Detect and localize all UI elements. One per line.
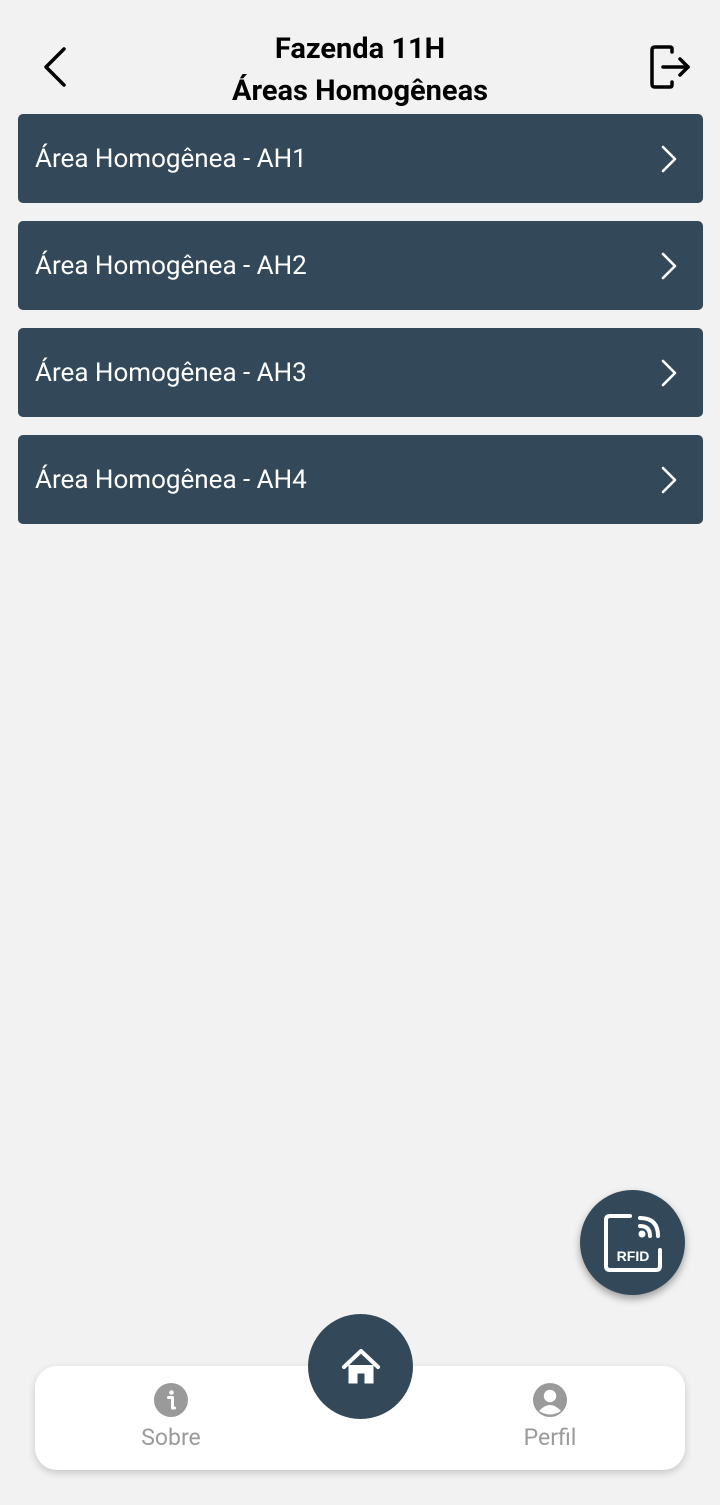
- back-button[interactable]: [30, 40, 80, 94]
- list-item-label: Área Homogênea - AH2: [35, 250, 307, 281]
- chevron-right-icon: [661, 145, 677, 173]
- logout-icon: [650, 45, 690, 89]
- home-button[interactable]: [308, 1314, 413, 1419]
- list-item-ah1[interactable]: Área Homogênea - AH1: [18, 114, 703, 203]
- app-header: Fazenda 11H Áreas Homogêneas: [0, 0, 720, 112]
- list-item-ah3[interactable]: Área Homogênea - AH3: [18, 328, 703, 417]
- list-item-ah2[interactable]: Área Homogênea - AH2: [18, 221, 703, 310]
- nav-perfil[interactable]: Perfil: [490, 1382, 610, 1462]
- chevron-right-icon: [661, 359, 677, 387]
- list-item-label: Área Homogênea - AH1: [35, 143, 307, 174]
- rfid-label: RFID: [616, 1248, 649, 1264]
- chevron-left-icon: [44, 47, 66, 87]
- user-icon: [533, 1383, 567, 1417]
- list-item-ah4[interactable]: Área Homogênea - AH4: [18, 435, 703, 524]
- nav-sobre-label: Sobre: [141, 1424, 201, 1451]
- list-item-label: Área Homogênea - AH4: [35, 464, 307, 495]
- page-subtitle: Áreas Homogêneas: [231, 74, 488, 108]
- page-title: Fazenda 11H: [274, 32, 446, 66]
- page-title-block: Fazenda 11H Áreas Homogêneas: [120, 28, 600, 112]
- logout-button[interactable]: [642, 40, 698, 94]
- list-item-label: Área Homogênea - AH3: [35, 357, 307, 388]
- rfid-button[interactable]: RFID: [580, 1190, 685, 1295]
- area-list: Área Homogênea - AH1 Área Homogênea - AH…: [18, 114, 703, 542]
- nav-sobre[interactable]: Sobre: [111, 1382, 231, 1462]
- nav-perfil-label: Perfil: [523, 1424, 577, 1451]
- home-icon: [341, 1348, 380, 1383]
- chevron-right-icon: [661, 252, 677, 280]
- chevron-right-icon: [661, 466, 677, 494]
- rfid-icon: RFID: [603, 1213, 662, 1272]
- info-icon: [154, 1383, 188, 1417]
